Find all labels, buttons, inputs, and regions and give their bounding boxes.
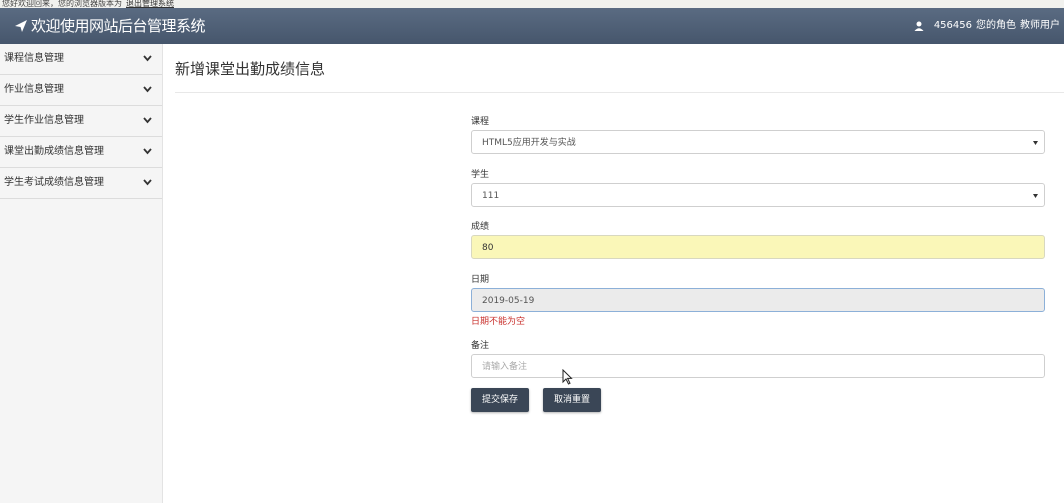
submit-save-button[interactable]: 提交保存 bbox=[471, 388, 529, 412]
brand[interactable]: 欢迎使用网站后台管理系统 bbox=[14, 8, 206, 44]
remark-label: 备注 bbox=[471, 341, 490, 351]
main-content: 新增课堂出勤成绩信息 课程 HTML5应用开发与实战 学生 111 成绩 80 … bbox=[163, 44, 1064, 503]
browser-notice-strip: 您好欢迎回来，您的浏览器版本为 退出管理系统 bbox=[0, 0, 1064, 8]
course-select[interactable]: HTML5应用开发与实战 bbox=[471, 130, 1045, 154]
chevron-down-icon bbox=[143, 148, 152, 155]
sidebar-item-course[interactable]: 课程信息管理 bbox=[0, 44, 162, 75]
page-title: 新增课堂出勤成绩信息 bbox=[175, 60, 326, 78]
sidebar-item-label: 作业信息管理 bbox=[4, 84, 64, 95]
divider bbox=[175, 92, 1064, 93]
score-label: 成绩 bbox=[471, 222, 490, 232]
sidebar-item-homework[interactable]: 作业信息管理 bbox=[0, 75, 162, 106]
chevron-down-icon bbox=[143, 179, 152, 186]
sidebar-item-label: 课程信息管理 bbox=[4, 53, 64, 64]
student-select[interactable]: 111 bbox=[471, 183, 1045, 207]
user-info[interactable]: 456456 您的角色 教师用户 bbox=[914, 8, 1060, 44]
browser-notice-text: 您好欢迎回来，您的浏览器版本为 bbox=[2, 0, 122, 8]
sidebar-item-exam-score[interactable]: 学生考试成绩信息管理 bbox=[0, 168, 162, 199]
sidebar-item-label: 学生作业信息管理 bbox=[4, 115, 84, 126]
caret-down-icon bbox=[1033, 194, 1038, 198]
date-input[interactable]: 2019-05-19 bbox=[471, 288, 1045, 312]
sidebar-item-label: 课堂出勤成绩信息管理 bbox=[4, 146, 104, 157]
course-label: 课程 bbox=[471, 117, 490, 127]
cancel-reset-button[interactable]: 取消重置 bbox=[543, 388, 601, 412]
site-title: 欢迎使用网站后台管理系统 bbox=[31, 17, 206, 35]
student-selected-value: 111 bbox=[482, 191, 500, 201]
paper-plane-icon bbox=[15, 20, 27, 32]
username: 456456 bbox=[933, 20, 972, 31]
sidebar-item-attendance-score[interactable]: 课堂出勤成绩信息管理 bbox=[0, 137, 162, 168]
course-selected-value: HTML5应用开发与实战 bbox=[482, 138, 576, 148]
user-icon bbox=[914, 21, 924, 31]
remark-input[interactable]: 请输入备注 bbox=[471, 354, 1045, 378]
caret-down-icon bbox=[1033, 141, 1038, 145]
chevron-down-icon bbox=[143, 86, 152, 93]
date-error-message: 日期不能为空 bbox=[471, 317, 526, 327]
chevron-down-icon bbox=[143, 117, 152, 124]
sidebar: 课程信息管理 作业信息管理 学生作业信息管理 课堂出勤成绩信息管理 学生考试成绩… bbox=[0, 44, 163, 503]
score-input[interactable]: 80 bbox=[471, 235, 1045, 259]
chevron-down-icon bbox=[143, 55, 152, 62]
student-label: 学生 bbox=[471, 170, 490, 180]
logout-link[interactable]: 退出管理系统 bbox=[126, 0, 174, 8]
sidebar-item-label: 学生考试成绩信息管理 bbox=[4, 177, 104, 188]
top-header: 欢迎使用网站后台管理系统 456456 您的角色 教师用户 bbox=[0, 8, 1064, 44]
mouse-pointer-icon bbox=[562, 369, 573, 385]
role-value: 教师用户 bbox=[1020, 20, 1060, 31]
sidebar-item-student-homework[interactable]: 学生作业信息管理 bbox=[0, 106, 162, 137]
date-label: 日期 bbox=[471, 275, 490, 285]
role-label: 您的角色 bbox=[976, 20, 1016, 31]
